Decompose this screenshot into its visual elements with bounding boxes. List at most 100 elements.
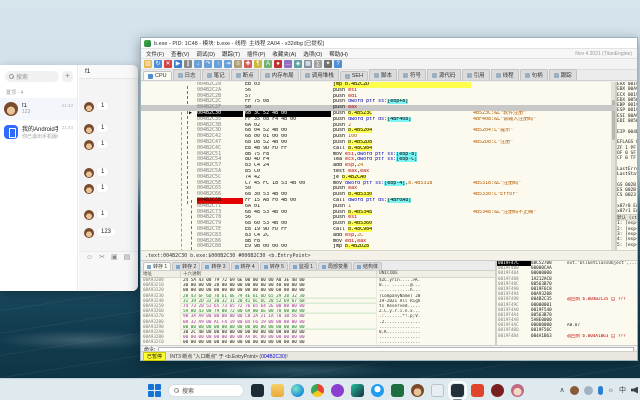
phone-avatar — [4, 125, 18, 139]
dump-tab[interactable]: 局部变量 — [318, 262, 352, 270]
menu-item[interactable]: 查看(V) — [171, 50, 189, 58]
edge-browser[interactable] — [291, 384, 304, 397]
label-icon[interactable]: A — [264, 60, 272, 68]
screenshot-icon[interactable]: ✂ — [99, 254, 105, 261]
message-row: 1 — [84, 168, 108, 178]
tab-句柄[interactable]: 句柄 — [520, 69, 548, 80]
tray-ime-indicator[interactable]: 中 — [619, 387, 626, 394]
calculator-icon[interactable]: ∑ — [314, 60, 322, 68]
dump-panel[interactable]: 转存 1转存 2转存 3转存 4转存 5监视 1局部变量结构体 地址 十六进制 … — [141, 261, 497, 345]
menu-item[interactable]: 帮助(H) — [329, 50, 348, 58]
tab-调用堆栈[interactable]: 调用堆栈 — [300, 69, 339, 80]
registers-panel[interactable]: EAX 0019F6B4EBX 00A93208ECX 0019F4ACEDX … — [617, 82, 637, 250]
emoji-icon[interactable]: ☺ — [86, 254, 93, 261]
dump-tab[interactable]: 转存 1 — [143, 262, 171, 270]
patch-icon[interactable]: ✚ — [244, 60, 252, 68]
girl-avatar-app[interactable] — [511, 384, 524, 397]
tab-icon — [554, 73, 559, 78]
tab-脚本[interactable]: 脚本 — [369, 69, 397, 80]
chat-search-input[interactable]: 搜索 — [5, 71, 59, 82]
instr-token: call — [333, 227, 348, 232]
dump-tab[interactable]: 转存 4 — [231, 262, 259, 270]
tray-cloud-icon[interactable] — [584, 386, 593, 395]
memory-map-icon[interactable]: ▦ — [304, 60, 312, 68]
taskbar-search[interactable]: 搜索 — [168, 384, 244, 397]
chat-input-area[interactable] — [79, 263, 138, 291]
conversation-item[interactable]: 我的Android手机你已退出手机版QQ21:43 — [0, 120, 77, 144]
tray-volume-icon[interactable] — [631, 387, 638, 394]
bilibili-app[interactable] — [471, 384, 484, 397]
tab-跟踪[interactable]: 跟踪 — [549, 69, 577, 80]
tab-源代码[interactable]: 源代码 — [427, 69, 461, 80]
task-view[interactable] — [251, 384, 264, 397]
music-app[interactable] — [331, 384, 344, 397]
tab-断点[interactable]: 断点 — [231, 69, 259, 80]
instr-token: 24 — [357, 163, 363, 168]
run-icon[interactable]: ▶ — [174, 60, 182, 68]
disassembly-view[interactable]: 004B2C28EB 03jmp b.4B2C2D004B2C2A56push … — [141, 82, 617, 250]
open-folder-icon[interactable]: ▥ — [144, 60, 152, 68]
tab-笔记[interactable]: 笔记 — [202, 69, 230, 80]
help-icon[interactable]: ? — [334, 60, 342, 68]
trace-icon[interactable]: … — [284, 60, 292, 68]
avatar-app[interactable] — [411, 384, 424, 397]
status-address-link[interactable]: 004B2C30 — [261, 354, 285, 360]
new-chat-button[interactable]: + — [62, 71, 73, 82]
ide-app[interactable] — [351, 384, 364, 397]
comment-icon[interactable]: ¶ — [254, 60, 262, 68]
menu-item[interactable]: 选项(O) — [303, 50, 322, 58]
dump-tab[interactable]: 转存 3 — [201, 262, 229, 270]
stack-panel[interactable]: 0019F47C88C527B8ext.'DllGetClassObject',… — [497, 261, 637, 345]
stack-row[interactable]: 0019F4B4004A1B63返回到 b.004A1B63 自 ??? — [497, 334, 637, 339]
instr-token: b.4B2D28 — [345, 244, 369, 249]
netease-app[interactable] — [491, 384, 504, 397]
tab-线程[interactable]: 线程 — [491, 69, 519, 80]
dump-tab[interactable]: 结构体 — [353, 262, 382, 270]
dump-tab[interactable]: 转存 2 — [172, 262, 200, 270]
tab-label: 跟踪 — [561, 71, 572, 79]
menu-item[interactable]: 调试(D) — [196, 50, 215, 58]
notepad-app[interactable] — [431, 384, 444, 397]
step-into-icon[interactable]: ↓ — [194, 60, 202, 68]
conversation-item[interactable]: f112321:43 — [0, 98, 77, 120]
step-out-icon[interactable]: ↑ — [214, 60, 222, 68]
run-to-return-icon[interactable]: ⇥ — [224, 60, 232, 68]
instr-token: b.4B523C — [348, 111, 372, 116]
settings-icon[interactable]: ✦ — [324, 60, 332, 68]
excel-app[interactable] — [391, 384, 404, 397]
menu-item[interactable]: 收藏夹(A) — [272, 50, 296, 58]
qq-app[interactable] — [371, 384, 384, 397]
restart-icon[interactable]: ↻ — [154, 60, 162, 68]
tab-符号[interactable]: 符号 — [398, 69, 426, 80]
menu-item[interactable]: 跟踪(T) — [222, 50, 240, 58]
menu-item[interactable]: 文件(F) — [146, 50, 164, 58]
image-icon[interactable]: ▣ — [111, 254, 118, 261]
dump-tab[interactable]: 转存 5 — [260, 262, 288, 270]
tab-icon — [207, 73, 212, 78]
start-button[interactable] — [148, 384, 161, 397]
file-icon[interactable]: ▤ — [124, 254, 131, 261]
dump-tab[interactable]: 监视 1 — [289, 262, 317, 270]
tab-内存布局[interactable]: 内存布局 — [260, 69, 299, 80]
tab-日志[interactable]: 日志 — [173, 69, 201, 80]
tray-weather-icon[interactable]: ☼ — [608, 387, 614, 394]
instr-token: mov — [333, 181, 345, 186]
step-over-icon[interactable]: ↷ — [204, 60, 212, 68]
chrome-browser[interactable] — [311, 384, 324, 397]
log-icon[interactable]: ≡ — [234, 60, 242, 68]
stop-icon[interactable]: ✕ — [164, 60, 172, 68]
tab-引用[interactable]: 引用 — [462, 69, 490, 80]
breakpoint-icon[interactable]: ● — [274, 60, 282, 68]
debugger-statusbar: 已暂停 INT3 断点 "入口断点" 于 <b.EntryPoint> (004… — [141, 351, 637, 360]
debugger-titlebar[interactable]: b.exe - PID: 1C48 - 模块: b.exe - 线程: 主线程 … — [141, 38, 637, 49]
tray-mic-icon[interactable] — [598, 386, 603, 395]
tray-avatar-icon[interactable] — [570, 386, 579, 395]
x32dbg-app[interactable] — [451, 384, 464, 397]
tab-seh[interactable]: SEH — [340, 71, 368, 80]
tab-cpu[interactable]: CPU — [143, 71, 172, 80]
menu-item[interactable]: 插件(P) — [247, 50, 265, 58]
pause-icon[interactable]: ∥ — [184, 60, 192, 68]
file-explorer[interactable] — [271, 384, 284, 397]
graph-icon[interactable]: ◈ — [294, 60, 302, 68]
tray-chevron-icon[interactable]: ∧ — [559, 387, 564, 394]
